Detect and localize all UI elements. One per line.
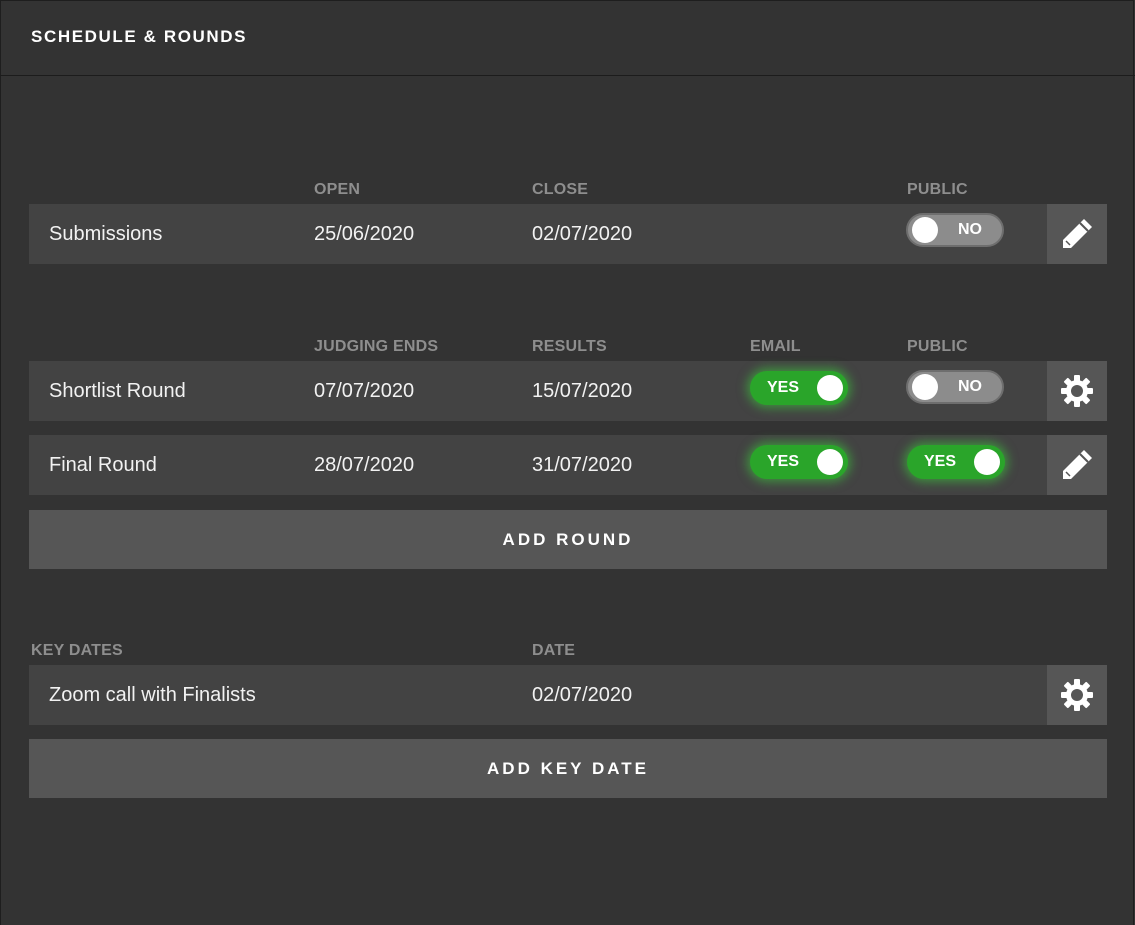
toggle-label: NO <box>958 378 982 395</box>
round-results-date[interactable]: 31/07/2020 <box>532 435 632 495</box>
round-judging-ends-date[interactable]: 28/07/2020 <box>314 435 414 495</box>
key-date-date[interactable]: 02/07/2020 <box>532 665 632 725</box>
round-judging-ends-date[interactable]: 07/07/2020 <box>314 361 414 421</box>
round-row-final: Final Round 28/07/2020 31/07/2020 YES YE… <box>29 435 1047 495</box>
submissions-name: Submissions <box>49 222 163 245</box>
panel-header: SCHEDULE & ROUNDS <box>0 0 1135 76</box>
column-header-open: OPEN <box>314 181 361 198</box>
pencil-icon <box>1063 219 1092 248</box>
key-date-settings-button[interactable] <box>1047 665 1107 725</box>
page-title: SCHEDULE & ROUNDS <box>31 27 248 46</box>
column-header-key-dates: KEY DATES <box>31 642 123 659</box>
toggle-label: YES <box>767 453 800 470</box>
toggle-label: YES <box>924 453 957 470</box>
round-name: Shortlist Round <box>49 379 186 402</box>
submissions-open-date[interactable]: 25/06/2020 <box>314 204 414 264</box>
column-header-public: PUBLIC <box>907 181 968 198</box>
submissions-edit-button[interactable] <box>1047 204 1107 264</box>
key-date-name: Zoom call with Finalists <box>49 683 256 706</box>
round-name: Final Round <box>49 453 157 476</box>
toggle-knob <box>912 217 938 243</box>
round-row-shortlist: Shortlist Round 07/07/2020 15/07/2020 YE… <box>29 361 1047 421</box>
add-round-button[interactable]: ADD ROUND <box>29 510 1107 569</box>
round-email-toggle[interactable]: YES <box>750 371 848 405</box>
toggle-knob <box>817 375 843 401</box>
submissions-public-toggle[interactable]: NO <box>906 213 1004 247</box>
round-results-date[interactable]: 15/07/2020 <box>532 361 632 421</box>
round-edit-button[interactable] <box>1047 435 1107 495</box>
gear-icon <box>1061 679 1093 711</box>
submissions-close-date[interactable]: 02/07/2020 <box>532 204 632 264</box>
toggle-label: NO <box>958 221 982 238</box>
column-header-judging-ends: JUDGING ENDS <box>314 338 439 355</box>
add-key-date-button[interactable]: ADD KEY DATE <box>29 739 1107 798</box>
column-header-results: RESULTS <box>532 338 607 355</box>
round-email-toggle[interactable]: YES <box>750 445 848 479</box>
pencil-icon <box>1063 450 1092 479</box>
column-header-close: CLOSE <box>532 181 589 198</box>
toggle-knob <box>974 449 1000 475</box>
round-public-toggle[interactable]: YES <box>907 445 1005 479</box>
round-settings-button[interactable] <box>1047 361 1107 421</box>
toggle-knob <box>912 374 938 400</box>
toggle-knob <box>817 449 843 475</box>
key-date-row: Zoom call with Finalists 02/07/2020 <box>29 665 1047 725</box>
column-header-round-public: PUBLIC <box>907 338 968 355</box>
column-header-email: EMAIL <box>750 338 801 355</box>
toggle-label: YES <box>767 379 800 396</box>
column-header-date: DATE <box>532 642 576 659</box>
submissions-row: Submissions 25/06/2020 02/07/2020 NO <box>29 204 1047 264</box>
round-public-toggle[interactable]: NO <box>906 370 1004 404</box>
gear-icon <box>1061 375 1093 407</box>
